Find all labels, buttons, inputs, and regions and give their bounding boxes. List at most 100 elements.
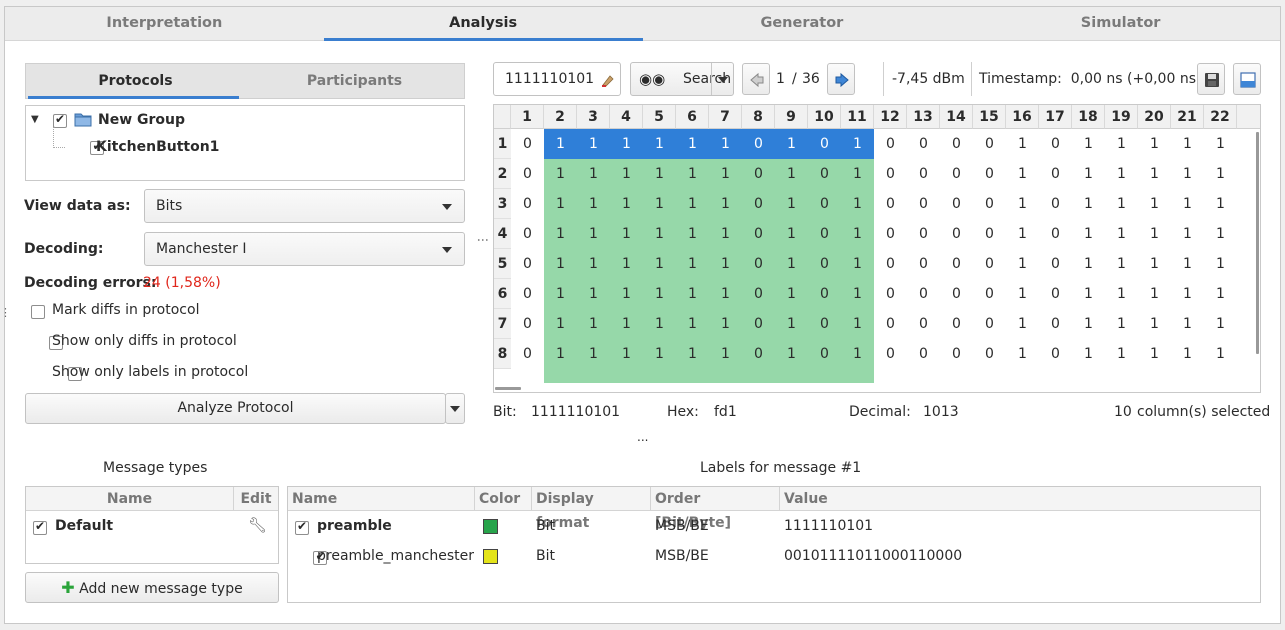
bit-cell[interactable]: 1 xyxy=(1072,219,1105,249)
search-input[interactable]: 1111110101 xyxy=(493,62,621,96)
splitter-handle-icon[interactable]: ⋮ xyxy=(476,234,490,245)
bit-cell[interactable]: 0 xyxy=(511,219,544,249)
bit-cell[interactable]: 1 xyxy=(1204,279,1237,309)
bit-cell[interactable]: 0 xyxy=(907,189,940,219)
bit-cell[interactable]: 1 xyxy=(841,249,874,279)
bit-cell[interactable]: 1 xyxy=(775,279,808,309)
bit-cell[interactable]: 0 xyxy=(874,129,907,159)
tab-protocols[interactable]: Protocols xyxy=(26,64,245,99)
view-data-combo[interactable]: Bits xyxy=(144,189,465,223)
bit-cell[interactable]: 0 xyxy=(1039,309,1072,339)
analyze-protocol-button[interactable]: Analyze Protocol xyxy=(25,393,446,424)
bit-cell[interactable]: 1 xyxy=(1072,129,1105,159)
column-header[interactable]: 18 xyxy=(1072,105,1105,129)
bit-cell[interactable]: 1 xyxy=(1204,129,1237,159)
bit-cell[interactable]: 1 xyxy=(775,339,808,369)
bit-cell[interactable]: 1 xyxy=(544,249,577,279)
column-header[interactable]: 13 xyxy=(907,105,940,129)
bit-cell[interactable]: 1 xyxy=(1006,339,1039,369)
bit-cell[interactable]: 1 xyxy=(676,339,709,369)
tree-collapse-icon[interactable]: ▼ xyxy=(31,114,39,125)
bit-cell[interactable]: 1 xyxy=(775,189,808,219)
bit-cell[interactable]: 0 xyxy=(808,189,841,219)
bit-cell[interactable]: 1 xyxy=(1171,339,1204,369)
bit-cell[interactable]: 0 xyxy=(1039,249,1072,279)
mark-diffs-label[interactable]: Mark diffs in protocol xyxy=(52,302,199,318)
bit-cell[interactable]: 1 xyxy=(544,189,577,219)
bit-cell[interactable]: 1 xyxy=(1171,249,1204,279)
add-message-type-button[interactable]: ✚ Add new message type xyxy=(25,572,279,603)
bit-cell[interactable]: 1 xyxy=(676,309,709,339)
column-header[interactable]: 1 xyxy=(511,105,544,129)
decoding-combo[interactable]: Manchester I xyxy=(144,232,465,266)
column-header[interactable]: 5 xyxy=(643,105,676,129)
column-header[interactable]: 4 xyxy=(610,105,643,129)
bit-cell[interactable]: 1 xyxy=(610,309,643,339)
column-header[interactable]: 17 xyxy=(1039,105,1072,129)
bit-cell[interactable]: 0 xyxy=(511,339,544,369)
bit-cell[interactable]: 1 xyxy=(1072,249,1105,279)
row-header[interactable]: 8 xyxy=(494,339,511,369)
column-header[interactable]: 9 xyxy=(775,105,808,129)
bit-cell[interactable]: 1 xyxy=(709,189,742,219)
mark-diffs-checkbox[interactable] xyxy=(31,305,45,319)
bit-cell[interactable]: 0 xyxy=(907,159,940,189)
bit-cell[interactable]: 0 xyxy=(511,159,544,189)
bit-cell[interactable]: 0 xyxy=(808,129,841,159)
tab-participants[interactable]: Participants xyxy=(245,64,464,98)
bit-cell[interactable]: 0 xyxy=(940,159,973,189)
bit-cell[interactable]: 0 xyxy=(1039,189,1072,219)
bit-cell[interactable]: 1 xyxy=(1171,219,1204,249)
bit-cell[interactable]: 0 xyxy=(742,159,775,189)
bit-cell[interactable]: 1 xyxy=(676,159,709,189)
bit-cell[interactable]: 1 xyxy=(1138,309,1171,339)
bit-cell[interactable]: 1 xyxy=(1138,129,1171,159)
row-header[interactable]: 7 xyxy=(494,309,511,339)
column-header-value[interactable]: Value xyxy=(780,487,1260,511)
bit-cell[interactable]: 1 xyxy=(1204,339,1237,369)
bit-cell[interactable]: 1 xyxy=(1006,249,1039,279)
row-header[interactable]: 1 xyxy=(494,129,511,159)
show-diffs-label[interactable]: Show only diffs in protocol xyxy=(52,333,237,349)
bit-cell[interactable]: 1 xyxy=(676,189,709,219)
bit-cell[interactable]: 0 xyxy=(808,279,841,309)
bit-cell[interactable]: 1 xyxy=(577,219,610,249)
bit-cell[interactable]: 1 xyxy=(1138,339,1171,369)
bit-cell[interactable]: 1 xyxy=(1105,189,1138,219)
bit-cell[interactable]: 1 xyxy=(610,129,643,159)
bit-cell[interactable]: 1 xyxy=(1105,249,1138,279)
bit-cell[interactable]: 1 xyxy=(841,219,874,249)
bit-cell[interactable]: 1 xyxy=(1072,159,1105,189)
bit-cell[interactable]: 0 xyxy=(808,159,841,189)
bit-cell[interactable]: 1 xyxy=(841,279,874,309)
next-result-button[interactable] xyxy=(827,63,855,95)
bit-cell[interactable]: 0 xyxy=(742,279,775,309)
bit-cell[interactable]: 0 xyxy=(1039,219,1072,249)
bit-cell[interactable]: 0 xyxy=(511,309,544,339)
bit-cell[interactable]: 1 xyxy=(1204,219,1237,249)
bit-cell[interactable]: 1 xyxy=(1171,279,1204,309)
bit-cell[interactable]: 1 xyxy=(709,309,742,339)
bit-cell[interactable]: 1 xyxy=(841,309,874,339)
bit-cell[interactable]: 1 xyxy=(841,339,874,369)
bit-cell[interactable]: 1 xyxy=(775,219,808,249)
bit-cell[interactable]: 1 xyxy=(610,219,643,249)
bit-cell[interactable]: 1 xyxy=(1006,129,1039,159)
bit-cell[interactable]: 0 xyxy=(742,309,775,339)
bit-cell[interactable]: 1 xyxy=(1072,189,1105,219)
splitter-handle[interactable]: ... xyxy=(637,430,648,444)
tree-item-label[interactable]: KitchenButton1 xyxy=(96,139,219,155)
row-header[interactable]: 2 xyxy=(494,159,511,189)
column-header-edit[interactable]: Edit xyxy=(234,487,278,511)
bit-cell[interactable]: 0 xyxy=(907,129,940,159)
protocol-table[interactable]: 1 2 3 4 5 6 7 8 9 10 11 12 13 14 15 16 17 18 19 20 21 22 1 0 1 1 1… xyxy=(493,104,1261,393)
column-header-order[interactable]: Order [Bit/Byte] xyxy=(651,487,780,531)
tab-simulator[interactable]: Simulator xyxy=(961,7,1280,40)
column-header[interactable]: 3 xyxy=(577,105,610,129)
save-button[interactable] xyxy=(1197,63,1225,95)
message-type-name[interactable]: Default xyxy=(55,518,113,534)
label-display-format[interactable]: Bit xyxy=(536,548,555,564)
bit-cell[interactable]: 1 xyxy=(643,309,676,339)
column-header-display-format[interactable]: Display format xyxy=(532,487,651,531)
group-checkbox[interactable] xyxy=(53,112,67,128)
